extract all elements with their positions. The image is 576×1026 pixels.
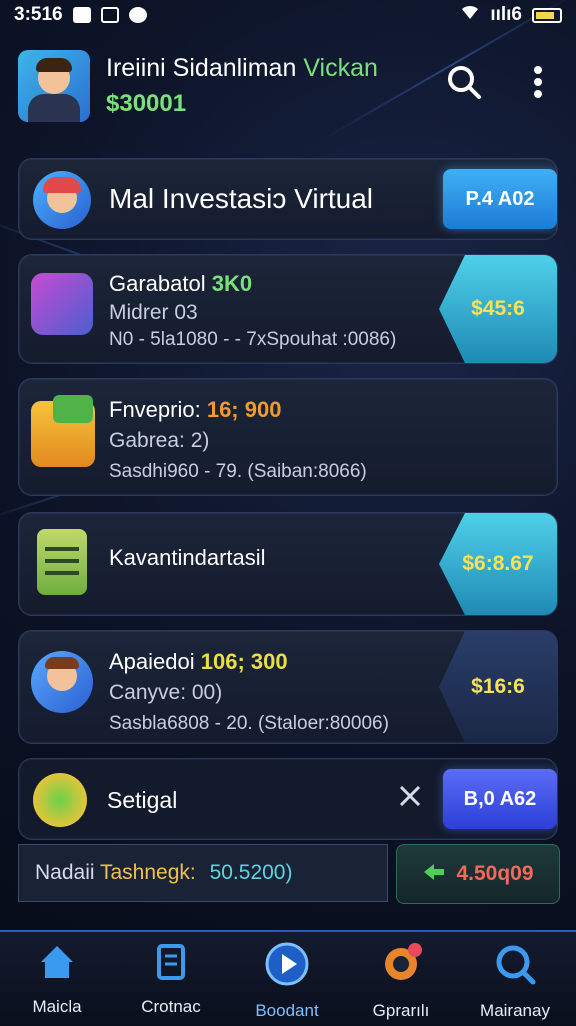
settings-action-button[interactable]: B,0 A62 (443, 769, 557, 829)
arrow-up-icon (422, 862, 446, 887)
summary-bar: Nadaii Tashnegk: 50.5200) (18, 844, 388, 902)
nav-item-monitor[interactable]: Mairanay (460, 940, 570, 1021)
investment-subtitle: Canyve: 00) (109, 681, 222, 705)
page-title: Ireiini Sidanliman Vickan (106, 54, 378, 83)
document-icon (149, 940, 193, 984)
banner-action-button[interactable]: P.4 A02 (443, 169, 557, 229)
investment-price[interactable]: $16:6 (439, 631, 557, 743)
investment-detail: N0 - 5la1080 - - 7xSpouhat :0086) (109, 329, 396, 351)
nav-label: Maicla (2, 997, 112, 1017)
settings-row: Setigal B,0 A62 (18, 758, 558, 840)
more-menu-icon[interactable] (528, 62, 548, 102)
settings-label: Setigal (107, 787, 177, 814)
nav-item-settings[interactable]: Gprarılı (346, 940, 456, 1021)
magnifier-icon (491, 940, 539, 988)
bottom-navigation: Maicla Crotnac Boodant Gprarılı Mairanay (0, 930, 576, 1026)
investment-title: Apaiedoi 106; 300 (109, 649, 288, 675)
status-bar: 3:516 ıılı6 (0, 0, 576, 30)
title-main: Ireiini Sidanliman (106, 54, 303, 82)
investment-title: Kavantindartasil (109, 545, 266, 571)
app-icon (101, 7, 119, 23)
battery-icon (532, 8, 562, 23)
investment-detail: Sasbla6808 - 20. (Staloer:80006) (109, 713, 389, 735)
money-stack-icon (31, 401, 95, 467)
investment-card[interactable]: Kavantindartasil $6:8.67 (18, 512, 558, 616)
title-accent: Vickan (303, 54, 378, 82)
app-header: Ireiini Sidanliman Vickan $30001 (0, 40, 576, 130)
search-icon[interactable] (444, 62, 484, 102)
investment-subtitle: Gabrea: 2) (109, 429, 209, 453)
nav-label: Mairanay (460, 1001, 570, 1021)
avatar[interactable] (18, 50, 90, 122)
investment-title: Fnveprio: 16; 900 (109, 397, 281, 423)
investment-card[interactable]: Garabatol 3K0 Midrer 03 N0 - 5la1080 - -… (18, 254, 558, 364)
investment-card[interactable]: Fnveprio: 16; 900 Gabrea: 2) Sasdhi960 -… (18, 378, 558, 496)
investment-price[interactable]: $45:6 (439, 255, 557, 363)
home-icon (35, 940, 79, 984)
summary-button-label: 4.50q09 (456, 862, 533, 886)
nav-item-active[interactable]: Boodant (232, 940, 342, 1021)
close-icon[interactable] (397, 783, 423, 814)
nav-label: Gprarılı (346, 1001, 456, 1021)
signal-text: ıılı6 (490, 4, 522, 26)
investment-title: Garabatol 3K0 (109, 271, 252, 297)
investor-avatar-icon (33, 171, 91, 229)
investment-card[interactable]: Apaiedoi 106; 300 Canyve: 00) Sasbla6808… (18, 630, 558, 744)
balance-amount: $30001 (106, 90, 186, 118)
summary-label: Nadaii Tashnegk: 50.5200) (35, 861, 292, 885)
summary-action-button[interactable]: 4.50q09 (396, 844, 560, 904)
investment-price[interactable]: $6:8.67 (439, 513, 557, 615)
play-icon (263, 940, 311, 988)
wifi-icon (460, 4, 480, 26)
clipboard-icon (37, 529, 87, 595)
investment-detail: Sasdhi960 - 79. (Saiban:8066) (109, 461, 367, 483)
record-icon (129, 7, 147, 23)
status-time: 3:516 (14, 4, 63, 26)
nav-label: Boodant (232, 1001, 342, 1021)
banner-card: Mal Investasiↄ Virtual P.4 A02 (18, 158, 558, 240)
banner-title: Mal Investasiↄ Virtual (109, 183, 373, 215)
gift-icon (31, 273, 93, 335)
nav-item-home[interactable]: Maicla (2, 940, 112, 1017)
advisor-avatar-icon (31, 651, 93, 713)
gear-icon (377, 940, 425, 988)
nav-label: Crotnac (116, 997, 226, 1017)
nav-item-contract[interactable]: Crotnac (116, 940, 226, 1017)
settings-gear-icon[interactable] (33, 773, 87, 827)
notification-icon (73, 7, 91, 23)
investment-subtitle: Midrer 03 (109, 301, 198, 325)
